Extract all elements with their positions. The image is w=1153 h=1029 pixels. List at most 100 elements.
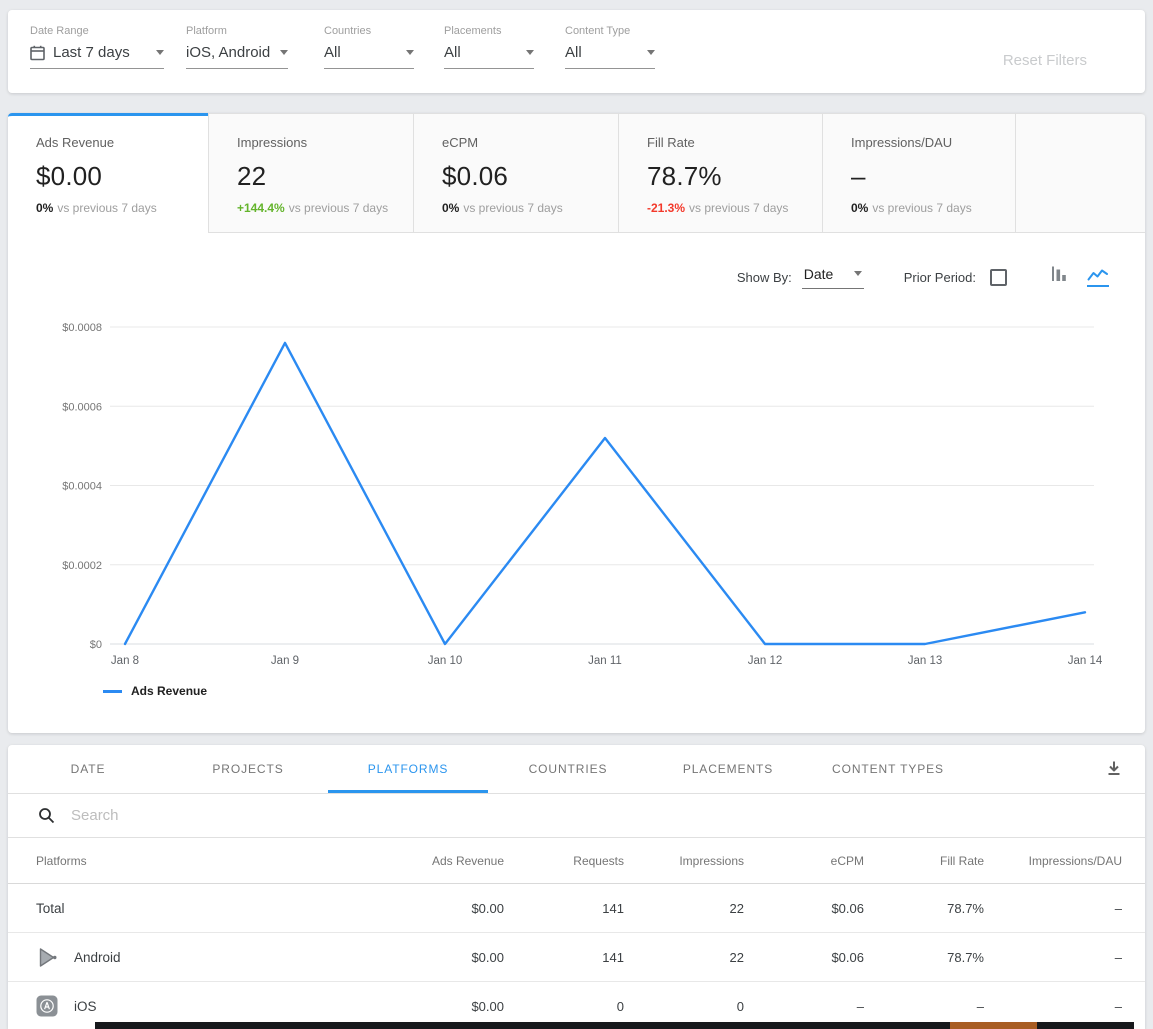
prior-period-label: Prior Period: [904,270,976,285]
metric-delta-value: 0% [442,201,459,215]
y-axis-label: $0.0004 [62,481,102,493]
taskbar-sliver-accent [950,1022,1037,1029]
filter-value: Last 7 days [53,44,130,61]
download-icon[interactable] [1105,759,1123,782]
row-value-cell: 78.7% [864,901,984,916]
metric-tab-impressions-dau[interactable]: Impressions/DAU – 0% vs previous 7 days [822,113,1015,233]
y-axis-label: $0.0008 [62,322,102,334]
column-header-impressions: Impressions [624,854,744,868]
metric-tabs: Ads Revenue$0.000%vs previous 7 daysImpr… [8,113,1145,233]
y-axis-label: $0.0002 [62,560,102,572]
column-header-ads-revenue: Ads Revenue [384,854,504,868]
metric-value: $0.00 [36,161,208,192]
metric-value: $0.06 [442,161,618,192]
filter-platform: Platform iOS, Android [186,25,288,69]
metric-delta-value: 0% [851,201,868,215]
row-value-cell: 22 [624,901,744,916]
metric-label: Impressions/DAU [851,135,1015,150]
metric-delta-suffix: vs previous 7 days [463,201,562,215]
chevron-down-icon [854,271,862,276]
x-axis-label: Jan 11 [588,655,622,667]
chevron-down-icon [280,50,288,55]
show-by-select[interactable]: Date [802,266,864,289]
column-header-impressions-dau: Impressions/DAU [984,854,1122,868]
filter-dropdown[interactable]: iOS, Android [186,44,288,69]
filter-label: Content Type [565,25,655,37]
filter-label: Platform [186,25,288,37]
chart-legend: Ads Revenue [103,684,207,698]
tab-content-types[interactable]: CONTENT TYPES [808,745,968,793]
metric-label: Fill Rate [647,135,822,150]
table-row-total[interactable]: Total $0.0014122$0.0678.7%– [8,884,1145,933]
tab-placements[interactable]: PLACEMENTS [648,745,808,793]
bar-chart-toggle-icon[interactable] [1049,265,1069,289]
chevron-down-icon [156,50,164,55]
tab-projects[interactable]: PROJECTS [168,745,328,793]
breakdown-table-card: DATEPROJECTSPLATFORMSCOUNTRIESPLACEMENTS… [8,745,1145,1029]
show-by-value: Date [804,266,834,282]
filter-dropdown[interactable]: All [324,44,414,69]
row-value-cell: 141 [504,950,624,965]
chevron-down-icon [647,50,655,55]
row-label: Total [36,901,65,916]
chart-controls: Show By: Date Prior Period: [737,265,1109,289]
column-header-ecpm: eCPM [744,854,864,868]
metric-value: – [851,161,1015,192]
row-value-cell: 0 [504,999,624,1014]
row-name-cell: Total [36,901,384,916]
filter-value: All [565,44,582,61]
metric-delta-suffix: vs previous 7 days [57,201,156,215]
app-store-icon [36,995,58,1017]
filter-dropdown[interactable]: All [565,44,655,69]
filter-label: Countries [324,25,414,37]
row-value-cell: $0.06 [744,950,864,965]
metric-label: eCPM [442,135,618,150]
filter-placements: Placements All [444,25,534,69]
x-axis-label: Jan 9 [271,655,299,667]
metric-delta: -21.3%vs previous 7 days [647,201,822,215]
row-label: Android [74,950,121,965]
row-value-cell: 78.7% [864,950,984,965]
chevron-down-icon [406,50,414,55]
search-input[interactable] [71,807,571,824]
filter-date-range: Date Range Last 7 days [30,25,164,69]
metric-value: 22 [237,161,413,192]
row-value-cell: – [984,901,1122,916]
table-search-row [8,793,1145,838]
row-value-cell: – [984,999,1122,1014]
reset-filters-button[interactable]: Reset Filters [1003,52,1087,69]
x-axis-label: Jan 12 [748,655,783,667]
table-row-android[interactable]: Android$0.0014122$0.0678.7%– [8,933,1145,982]
tab-countries[interactable]: COUNTRIES [488,745,648,793]
filter-dropdown[interactable]: All [444,44,534,69]
metric-delta: +144.4% vs previous 7 days [237,201,413,215]
metric-delta-suffix: vs previous 7 days [289,201,388,215]
search-icon [38,807,55,824]
overview-chart-card: Ads Revenue$0.000%vs previous 7 daysImpr… [8,113,1145,733]
metric-label: Ads Revenue [36,135,208,150]
metric-tab-impressions[interactable]: Impressions22+144.4%vs previous 7 days [208,113,413,233]
row-value-cell: $0.00 [384,901,504,916]
row-name-cell: Android [36,946,384,968]
row-label: iOS [74,999,97,1014]
filter-label: Date Range [30,25,164,37]
metric-tab-ecpm[interactable]: eCPM $0.06 0% vs previous 7 days [413,113,618,233]
tab-date[interactable]: DATE [8,745,168,793]
metric-delta-value: +144.4% [237,201,285,215]
row-value-cell: 141 [504,901,624,916]
filter-label: Placements [444,25,534,37]
metric-value: 78.7% [647,161,822,192]
row-value-cell: $0.00 [384,950,504,965]
chevron-down-icon [526,50,534,55]
metric-tab-fill-rate[interactable]: Fill Rate 78.7% -21.3%vs previous 7 days [618,113,822,233]
metric-delta-suffix: vs previous 7 days [872,201,971,215]
tab-platforms[interactable]: PLATFORMS [328,745,488,793]
row-value-cell: $0.06 [744,901,864,916]
filter-dropdown[interactable]: Last 7 days [30,44,164,69]
metric-tab-ads-revenue[interactable]: Ads Revenue$0.000%vs previous 7 days [8,113,208,233]
prior-period-checkbox[interactable] [990,269,1007,286]
metric-tabs-filler [1015,113,1145,233]
line-chart-toggle-icon[interactable] [1087,268,1109,287]
x-axis-label: Jan 8 [111,655,139,667]
filter-value: iOS, Android [186,44,270,61]
